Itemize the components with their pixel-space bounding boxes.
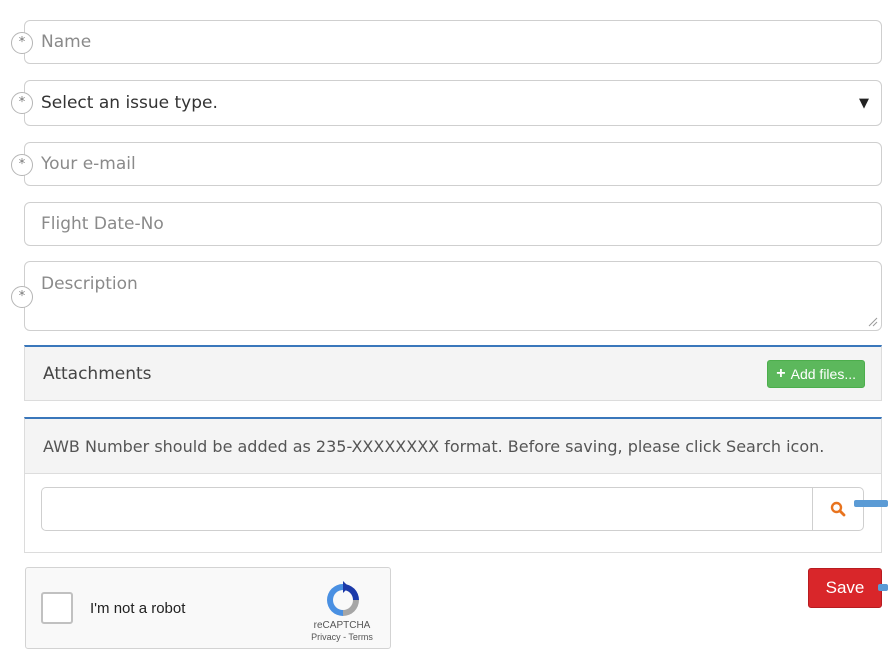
save-label: Save [825, 578, 865, 597]
awb-panel: AWB Number should be added as 235-XXXXXX… [24, 417, 882, 553]
add-files-button[interactable]: + Add files... [767, 359, 865, 388]
awb-number-input[interactable] [41, 487, 813, 531]
recaptcha-logo-icon [327, 581, 359, 616]
plus-icon: + [776, 364, 786, 382]
annotation-arrow [854, 500, 888, 507]
flight-date-no-field[interactable]: Flight Date-No [24, 202, 882, 246]
search-icon [830, 501, 846, 517]
recaptcha-widget: I'm not a robot reCAPTCHA Privacy - Term… [25, 567, 391, 649]
description-field[interactable]: Description [24, 261, 882, 331]
name-placeholder: Name [41, 32, 92, 52]
resize-handle-icon[interactable] [868, 317, 878, 327]
awb-note-text: AWB Number should be added as 235-XXXXXX… [43, 436, 825, 456]
save-button[interactable]: Save [808, 568, 882, 608]
add-files-label: Add files... [790, 365, 856, 382]
email-placeholder: Your e-mail [41, 154, 136, 174]
description-placeholder: Description [41, 274, 138, 294]
required-marker-icon: * [11, 286, 33, 308]
attachments-panel: Attachments + Add files... [24, 345, 882, 401]
recaptcha-checkbox[interactable] [41, 592, 73, 624]
email-field[interactable]: Your e-mail [24, 142, 882, 186]
issue-type-select[interactable]: Select an issue type. ▼ [24, 80, 882, 126]
awb-instructions: AWB Number should be added as 235-XXXXXX… [25, 419, 881, 474]
recaptcha-brand: reCAPTCHA [313, 620, 371, 631]
recaptcha-label: I'm not a robot [90, 600, 186, 617]
annotation-arrow [878, 584, 888, 591]
required-marker-icon: * [11, 32, 33, 54]
required-marker-icon: * [11, 154, 33, 176]
awb-search-button[interactable] [812, 487, 864, 531]
name-field[interactable]: Name [24, 20, 882, 64]
recaptcha-links[interactable]: Privacy - Terms [306, 632, 378, 642]
attachments-title: Attachments [43, 363, 152, 384]
required-marker-icon: * [11, 92, 33, 114]
issue-type-value: Select an issue type. [41, 93, 218, 113]
chevron-down-icon: ▼ [859, 95, 869, 111]
flight-placeholder: Flight Date-No [41, 214, 164, 234]
